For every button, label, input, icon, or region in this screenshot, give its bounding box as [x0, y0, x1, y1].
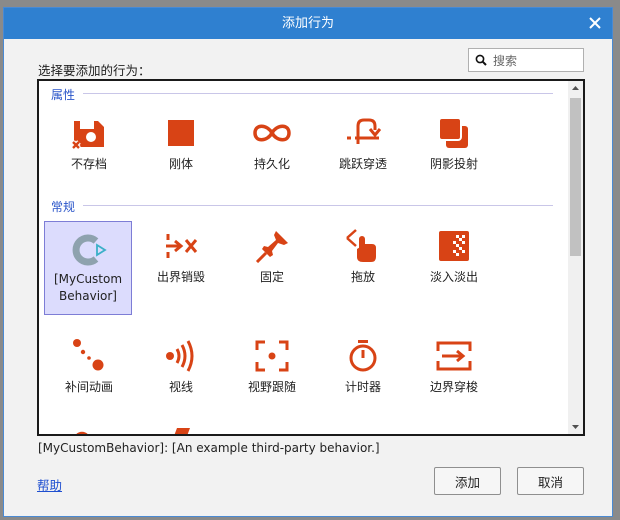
behavior-tile-scroll-to[interactable]: 视野跟随: [228, 339, 316, 396]
tile-label: 刚体: [168, 157, 193, 171]
dialog-title: 添加行为: [281, 16, 334, 31]
search-box[interactable]: [468, 48, 584, 72]
cancel-button[interactable]: 取消: [517, 467, 584, 495]
help-link[interactable]: 帮助: [37, 475, 62, 494]
tile-label: 跳跃穿透: [338, 157, 387, 171]
behavior-tile-wrap[interactable]: 边界穿梭: [410, 339, 498, 396]
behavior-tile-drag-drop[interactable]: 拖放: [319, 229, 407, 286]
prompt-label: 选择要添加的行为：: [38, 63, 151, 78]
solid-icon: [168, 120, 194, 146]
title-bar: 添加行为: [4, 8, 612, 39]
wrap-icon: [436, 341, 472, 371]
behavior-tile-fade[interactable]: 淡入淡出: [410, 229, 498, 286]
tile-label: 不存档: [70, 157, 107, 171]
add-button[interactable]: 添加: [434, 467, 501, 495]
tile-label: 边界穿梭: [429, 380, 478, 394]
behavior-tile-mycustom[interactable]: [MyCustom Behavior]: [44, 221, 132, 315]
fade-icon: [439, 231, 469, 261]
persist-icon: [253, 124, 291, 142]
section-label-general: 常规: [51, 200, 76, 214]
tile-label: 出界销毁: [156, 270, 205, 284]
tile-label: 拖放: [350, 270, 375, 284]
behavior-description: [MyCustomBehavior]: [An example third-pa…: [38, 441, 380, 455]
destroy-outside-icon: [166, 234, 198, 258]
tile-label: 视野跟随: [247, 380, 296, 394]
tile-label: [MyCustom Behavior]: [53, 272, 123, 303]
add-behavior-dialog: 添加行为 选择要添加的行为： 属性 不存档: [3, 7, 613, 517]
partial-icon-circle: [76, 431, 88, 434]
behavior-tile-tween[interactable]: 补间动画: [45, 339, 133, 396]
section-label-properties: 属性: [51, 88, 76, 102]
behavior-tile-pin[interactable]: 固定: [228, 229, 316, 286]
scrollbar[interactable]: [568, 81, 583, 434]
section-divider: [83, 205, 553, 206]
no-save-icon: [71, 121, 104, 150]
behavior-tile-jump-thru[interactable]: 跳跃穿透: [319, 116, 407, 173]
scroll-to-icon: [255, 340, 289, 372]
search-input[interactable]: [491, 51, 583, 71]
jump-thru-icon: [347, 118, 381, 144]
tile-label: 阴影投射: [429, 157, 478, 171]
behavior-tile-solid[interactable]: 刚体: [137, 116, 225, 173]
drag-drop-icon: [346, 229, 376, 262]
behavior-tile-line-of-sight[interactable]: 视线: [137, 339, 225, 396]
tile-label: 淡入淡出: [429, 270, 478, 284]
timer-icon: [349, 340, 377, 372]
scroll-thumb[interactable]: [570, 98, 581, 256]
scroll-down-arrow-icon[interactable]: [568, 419, 583, 434]
line-of-sight-icon: [166, 340, 194, 372]
tile-label: 计时器: [344, 380, 381, 394]
tile-label: 持久化: [253, 157, 290, 171]
behavior-tile-persist[interactable]: 持久化: [228, 116, 316, 173]
pin-icon: [255, 231, 288, 263]
behavior-list[interactable]: 属性 不存档 刚体 持久化 跳跃穿透 阴影投射 常规 [MyCustom Beh…: [37, 79, 585, 436]
tile-label: 固定: [259, 270, 284, 284]
tween-icon: [73, 339, 104, 371]
close-icon[interactable]: [586, 14, 604, 32]
scroll-up-arrow-icon[interactable]: [568, 81, 583, 96]
behavior-tile-shadow-caster[interactable]: 阴影投射: [410, 116, 498, 173]
section-divider: [83, 93, 553, 94]
search-icon: [475, 54, 487, 66]
shadow-caster-icon: [438, 117, 468, 148]
partial-icon-shape: [174, 428, 190, 434]
behavior-tile-destroy-outside[interactable]: 出界销毁: [137, 229, 225, 286]
behavior-tile-no-save[interactable]: 不存档: [45, 116, 133, 173]
behavior-tile-timer[interactable]: 计时器: [319, 339, 407, 396]
tile-label: 视线: [168, 380, 193, 394]
tile-label: 补间动画: [64, 380, 113, 394]
custom-behavior-icon: [72, 234, 107, 266]
